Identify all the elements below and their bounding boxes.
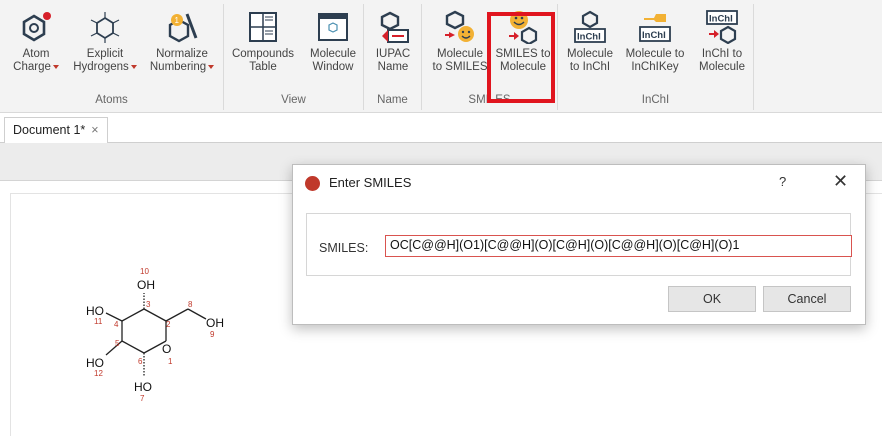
explicit-hydrogens-button[interactable]: Explicit Hydrogens bbox=[72, 10, 138, 74]
normalize-numbering-label: Normalize Numbering bbox=[149, 48, 208, 73]
molecule-structure: OH OH HO HO HO O 10 11 4 3 2 8 9 5 6 1 1… bbox=[86, 267, 224, 403]
atom-number: 9 bbox=[210, 330, 215, 339]
molecule-to-inchi-button[interactable]: InChI Molecule to InChI bbox=[562, 10, 618, 74]
inchi-tag-text: InChI bbox=[577, 32, 601, 43]
molecule-window-button[interactable]: Molecule Window bbox=[304, 10, 362, 74]
close-dialog-button[interactable]: ✕ bbox=[833, 171, 848, 192]
group-label-inchi: InChI bbox=[641, 94, 670, 106]
ribbon-group-view: Compounds Table Molecule Window View bbox=[224, 4, 364, 110]
explicit-hydrogens-label: Explicit Hydrogens bbox=[73, 48, 129, 73]
smiles-input[interactable]: OC[C@@H](O1)[C@@H](O)[C@H](O)[C@@H](O)[C… bbox=[385, 235, 852, 257]
ok-button[interactable]: OK bbox=[668, 286, 756, 312]
ring-oxygen-label: O bbox=[162, 342, 171, 356]
ribbon-toolbar: Atom Charge Explicit Hydrogens 1 Normali… bbox=[0, 0, 882, 113]
atom-number: 5 bbox=[115, 339, 120, 348]
iupac-name-label: IUPAC Name bbox=[375, 48, 411, 73]
iupac-name-button[interactable]: IUPAC Name bbox=[370, 10, 416, 74]
inchi-tag-text: InChI bbox=[709, 14, 733, 25]
smiles-to-molecule-highlight-box bbox=[487, 12, 555, 103]
close-tab-icon[interactable]: × bbox=[91, 123, 98, 137]
atom-number: 3 bbox=[146, 300, 151, 309]
atom-number: 4 bbox=[114, 320, 119, 329]
document-tab-bar: Document 1* × bbox=[0, 113, 882, 144]
document-tab[interactable]: Document 1* × bbox=[4, 117, 108, 144]
dropdown-caret-icon bbox=[130, 64, 137, 69]
molecule-window-icon bbox=[318, 13, 348, 41]
molecule-window-label: Molecule Window bbox=[309, 48, 357, 73]
inchi-to-molecule-button[interactable]: InChI InChI to Molecule bbox=[694, 10, 750, 74]
inchi-to-molecule-label: InChI to Molecule bbox=[698, 48, 746, 73]
group-label-atoms: Atoms bbox=[95, 94, 128, 106]
molecule-to-smiles-button[interactable]: Molecule to SMILES bbox=[430, 10, 490, 74]
atom-number: 7 bbox=[140, 394, 145, 403]
svg-text:1: 1 bbox=[175, 16, 180, 25]
compounds-table-button[interactable]: Compounds Table bbox=[228, 10, 298, 74]
atom-number: 6 bbox=[138, 357, 143, 366]
atom-number: 8 bbox=[188, 300, 193, 309]
atom-charge-icon bbox=[22, 12, 51, 42]
atom-number: 2 bbox=[166, 320, 171, 329]
ribbon-group-inchi: InChI Molecule to InChI InChI Molecule t… bbox=[558, 4, 754, 110]
inchi-to-molecule-icon: InChI bbox=[706, 10, 738, 44]
normalize-numbering-button[interactable]: 1 Normalize Numbering bbox=[146, 10, 218, 74]
compounds-table-label: Compounds Table bbox=[231, 48, 294, 73]
molecule-to-smiles-icon bbox=[445, 10, 474, 42]
smiles-input-panel: SMILES: OC[C@@H](O1)[C@@H](O)[C@H](O)[C@… bbox=[306, 213, 852, 276]
molecule-to-smiles-label: Molecule to SMILES bbox=[432, 48, 488, 73]
molecule-to-inchikey-button[interactable]: InChI Molecule to InChIKey bbox=[620, 10, 690, 74]
explicit-hydrogens-icon bbox=[90, 12, 120, 43]
molecule-to-inchikey-label: Molecule to InChIKey bbox=[625, 48, 685, 73]
smiles-label: SMILES: bbox=[319, 241, 369, 255]
dropdown-caret-icon bbox=[52, 64, 59, 69]
group-label-name: Name bbox=[377, 94, 408, 106]
app-logo-icon bbox=[305, 176, 320, 191]
molecule-to-inchi-icon: InChI bbox=[574, 10, 606, 43]
molecule-to-inchi-label: Molecule to InChI bbox=[566, 48, 614, 73]
molecule-to-inchikey-icon: InChI bbox=[639, 14, 671, 42]
dialog-title: Enter SMILES bbox=[329, 175, 412, 190]
ho-left-label: HO bbox=[86, 304, 104, 318]
atom-number: 11 bbox=[94, 317, 103, 326]
cancel-button[interactable]: Cancel bbox=[763, 286, 851, 312]
atom-number: 1 bbox=[168, 357, 173, 366]
dropdown-caret-icon bbox=[208, 64, 215, 69]
help-button[interactable]: ? bbox=[779, 174, 786, 189]
ribbon-group-atoms: Atom Charge Explicit Hydrogens 1 Normali… bbox=[0, 4, 224, 110]
compounds-table-icon bbox=[249, 12, 277, 42]
ho-lower-label: HO bbox=[86, 356, 104, 370]
document-tab-label: Document 1* bbox=[13, 123, 86, 137]
ho-bottom-label: HO bbox=[134, 380, 152, 394]
atom-number: 10 bbox=[140, 267, 149, 276]
enter-smiles-dialog: Enter SMILES ? ✕ SMILES: OC[C@@H](O1)[C@… bbox=[292, 164, 866, 325]
oh-top-label: OH bbox=[137, 278, 155, 292]
group-label-view: View bbox=[281, 94, 306, 106]
iupac-name-icon bbox=[380, 11, 409, 43]
inchi-tag-text: InChI bbox=[642, 30, 666, 41]
normalize-numbering-icon: 1 bbox=[168, 13, 198, 43]
oh-right-label: OH bbox=[206, 316, 224, 330]
atom-charge-label: Atom Charge bbox=[13, 48, 51, 73]
atom-charge-button[interactable]: Atom Charge bbox=[10, 10, 62, 74]
ribbon-group-name: IUPAC Name Name bbox=[364, 4, 422, 110]
atom-number: 12 bbox=[94, 369, 103, 378]
